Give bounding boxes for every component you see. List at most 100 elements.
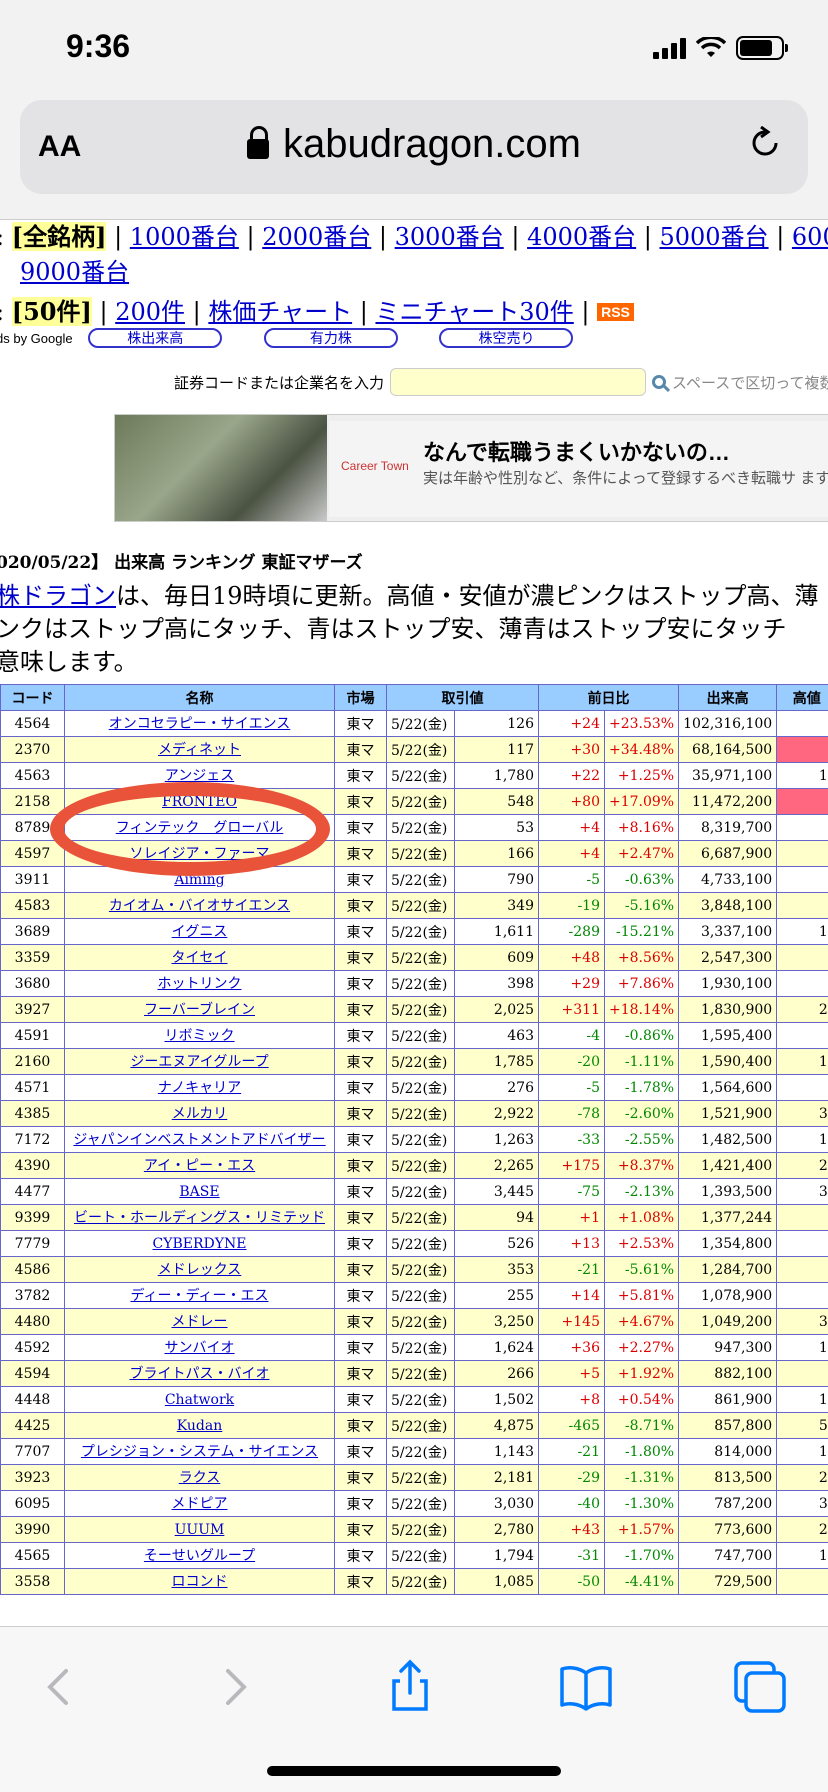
name-cell[interactable]: リボミック bbox=[64, 1022, 335, 1049]
volume-cell: 1,393,500 bbox=[678, 1178, 778, 1205]
stock-name-link[interactable]: ディー・ディー・エス bbox=[130, 1288, 268, 1304]
name-cell[interactable]: メディネット bbox=[64, 736, 335, 763]
nav-200[interactable]: 200件 bbox=[115, 298, 185, 326]
stock-name-link[interactable]: ラクス bbox=[179, 1470, 221, 1486]
search-icon[interactable] bbox=[652, 375, 667, 389]
nav-9000[interactable]: 9000番台 bbox=[20, 258, 129, 286]
name-cell[interactable]: ロコンド bbox=[64, 1568, 335, 1595]
code-cell: 4591 bbox=[0, 1022, 65, 1049]
name-cell[interactable]: ジャパンインベストメントアドバイザー bbox=[64, 1126, 335, 1153]
stock-name-link[interactable]: そーせいグループ bbox=[144, 1548, 255, 1564]
stock-name-link[interactable]: リボミック bbox=[165, 1028, 235, 1044]
date-cell: 5/22(金) bbox=[386, 1308, 455, 1335]
nav-chart[interactable]: 株価チャート bbox=[208, 298, 352, 326]
name-cell[interactable]: メルカリ bbox=[64, 1100, 335, 1127]
nav-minichart[interactable]: ミニチャート30件 bbox=[375, 298, 573, 326]
forward-icon[interactable] bbox=[204, 1657, 264, 1717]
address-bar[interactable]: AA kabudragon.com bbox=[20, 100, 808, 194]
nav-5000[interactable]: 5000番台 bbox=[659, 223, 768, 251]
market-cell: 東マ bbox=[334, 1412, 387, 1439]
name-cell[interactable]: ディー・ディー・エス bbox=[64, 1282, 335, 1309]
stock-name-link[interactable]: アンジェス bbox=[165, 768, 234, 784]
col-change: 前日比 bbox=[537, 684, 680, 711]
lock-icon bbox=[247, 126, 270, 159]
stock-name-link[interactable]: カイオム・バイオサイエンス bbox=[109, 898, 290, 914]
name-cell[interactable]: ナノキャリア bbox=[64, 1074, 335, 1101]
name-cell[interactable]: フーバーブレイン bbox=[64, 996, 335, 1023]
market-cell: 東マ bbox=[334, 1386, 387, 1413]
name-cell[interactable]: メドピア bbox=[64, 1490, 335, 1517]
stock-name-link[interactable]: フーバーブレイン bbox=[144, 1002, 255, 1018]
name-cell[interactable]: イグニス bbox=[64, 918, 335, 945]
name-cell[interactable]: サンバイオ bbox=[64, 1334, 335, 1361]
percent-cell: +2.53% bbox=[603, 1230, 680, 1257]
name-cell[interactable]: オンコセラピー・サイエンス bbox=[64, 710, 335, 737]
name-cell[interactable]: ホットリンク bbox=[64, 970, 335, 997]
name-cell[interactable]: CYBERDYNE bbox=[64, 1230, 335, 1257]
nav-4000[interactable]: 4000番台 bbox=[527, 223, 636, 251]
pill-short[interactable]: 株空売り bbox=[439, 328, 574, 348]
code-cell: 7172 bbox=[0, 1126, 65, 1153]
name-cell[interactable]: ビート・ホールディングス・リミテッド bbox=[64, 1204, 335, 1231]
stock-name-link[interactable]: ブライトパス・バイオ bbox=[130, 1366, 270, 1382]
stock-name-link[interactable]: オンコセラピー・サイエンス bbox=[109, 716, 291, 732]
name-cell[interactable]: タイセイ bbox=[64, 944, 335, 971]
date-cell: 5/22(金) bbox=[386, 1464, 455, 1491]
stock-name-link[interactable]: ロコンド bbox=[172, 1574, 228, 1590]
share-icon[interactable] bbox=[380, 1657, 440, 1717]
change-cell: -19 bbox=[538, 892, 605, 919]
stock-name-link[interactable]: メドレックス bbox=[158, 1262, 242, 1278]
ad-banner[interactable]: Career Town なんで転職うまくいかないの… 実は年齢や性別など、条件に… bbox=[114, 414, 828, 522]
stock-name-link[interactable]: Kudan bbox=[177, 1418, 223, 1434]
name-cell[interactable]: BASE bbox=[64, 1178, 335, 1205]
pill-strong[interactable]: 有力株 bbox=[263, 328, 398, 348]
url-domain[interactable]: kabudragon.com bbox=[20, 122, 808, 167]
stock-name-link[interactable]: サンバイオ bbox=[165, 1340, 235, 1356]
nav-3000[interactable]: 3000番台 bbox=[395, 223, 504, 251]
stock-name-link[interactable]: ジャパンインベストメントアドバイザー bbox=[73, 1132, 325, 1148]
code-cell: 2160 bbox=[0, 1048, 65, 1075]
volume-cell: 8,319,700 bbox=[678, 814, 778, 841]
name-cell[interactable]: カイオム・バイオサイエンス bbox=[64, 892, 335, 919]
pill-volume[interactable]: 株出来高 bbox=[88, 328, 223, 348]
kabudragon-link[interactable]: 株ドラゴン bbox=[0, 582, 116, 610]
name-cell[interactable]: ラクス bbox=[64, 1464, 335, 1491]
stock-name-link[interactable]: ジーエヌアイグループ bbox=[130, 1054, 268, 1070]
stock-name-link[interactable]: ビート・ホールディングス・リミテッド bbox=[74, 1210, 325, 1226]
name-cell[interactable]: メドレックス bbox=[64, 1256, 335, 1283]
back-icon[interactable] bbox=[30, 1657, 90, 1717]
search-input[interactable] bbox=[390, 368, 647, 396]
stock-name-link[interactable]: ホットリンク bbox=[158, 976, 242, 992]
name-cell[interactable]: アイ・ピー・エス bbox=[64, 1152, 335, 1179]
name-cell[interactable]: ブライトパス・バイオ bbox=[64, 1360, 335, 1387]
stock-name-link[interactable]: メドピア bbox=[172, 1496, 228, 1512]
reload-icon[interactable] bbox=[748, 126, 782, 160]
bookmarks-icon[interactable] bbox=[556, 1657, 616, 1717]
nav-2000[interactable]: 2000番台 bbox=[262, 223, 371, 251]
high-cell: 1, bbox=[776, 762, 828, 789]
tabs-icon[interactable] bbox=[730, 1657, 790, 1717]
stock-name-link[interactable]: イグニス bbox=[172, 924, 228, 940]
stock-name-link[interactable]: メディネット bbox=[158, 742, 241, 758]
name-cell[interactable]: UUUM bbox=[64, 1516, 335, 1543]
nav-1000[interactable]: 1000番台 bbox=[130, 223, 239, 251]
stock-name-link[interactable]: CYBERDYNE bbox=[153, 1236, 247, 1252]
name-cell[interactable]: そーせいグループ bbox=[64, 1542, 335, 1569]
stock-name-link[interactable]: タイセイ bbox=[172, 950, 228, 966]
name-cell[interactable]: Kudan bbox=[64, 1412, 335, 1439]
stock-name-link[interactable]: メルカリ bbox=[172, 1106, 228, 1122]
stock-name-link[interactable]: Chatwork bbox=[165, 1392, 234, 1408]
stock-name-link[interactable]: BASE bbox=[179, 1184, 219, 1200]
rss-button[interactable]: RSS bbox=[597, 303, 634, 321]
stock-name-link[interactable]: ナノキャリア bbox=[158, 1080, 241, 1096]
date-cell: 5/22(金) bbox=[386, 918, 455, 945]
stock-name-link[interactable]: メドレー bbox=[172, 1314, 228, 1330]
name-cell[interactable]: ジーエヌアイグループ bbox=[64, 1048, 335, 1075]
nav-6000[interactable]: 6000番台 bbox=[792, 223, 828, 251]
stock-name-link[interactable]: アイ・ピー・エス bbox=[144, 1158, 255, 1174]
name-cell[interactable]: Chatwork bbox=[64, 1386, 335, 1413]
stock-name-link[interactable]: プレシジョン・システム・サイエンス bbox=[81, 1444, 318, 1460]
name-cell[interactable]: メドレー bbox=[64, 1308, 335, 1335]
stock-name-link[interactable]: UUUM bbox=[175, 1522, 225, 1538]
name-cell[interactable]: プレシジョン・システム・サイエンス bbox=[64, 1438, 335, 1465]
